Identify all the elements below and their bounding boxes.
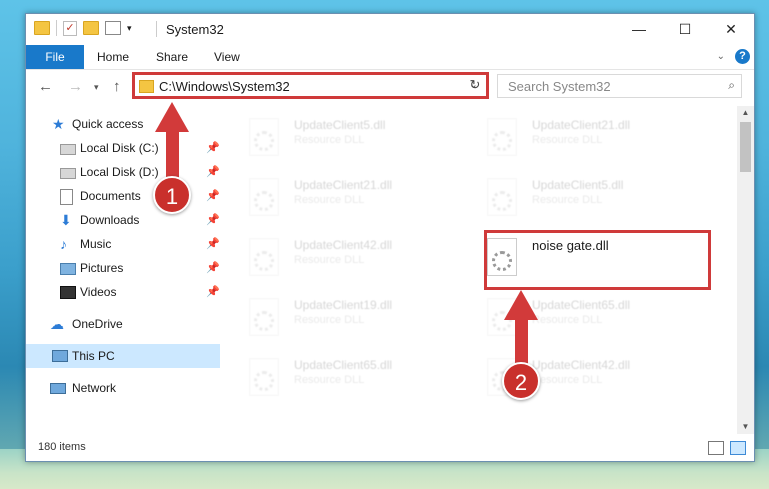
callout-2: 2	[502, 362, 540, 400]
arrow-2	[504, 290, 538, 371]
callout-1: 1	[153, 176, 191, 214]
annotation-overlay	[155, 102, 538, 371]
